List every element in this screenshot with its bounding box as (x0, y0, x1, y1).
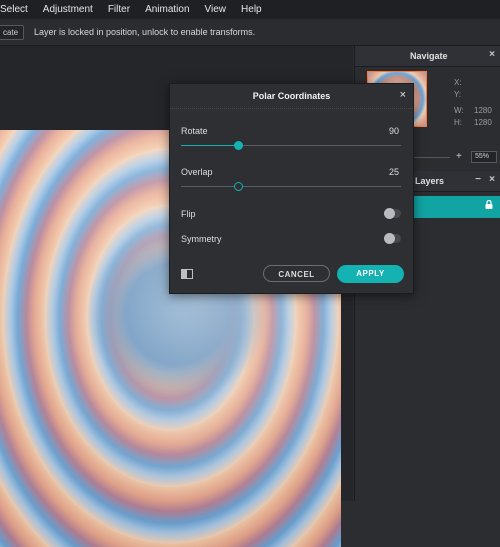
dialog-title: Polar Coordinates (170, 84, 413, 109)
flip-label: Flip (181, 209, 196, 219)
cancel-button[interactable]: CANCEL (263, 265, 330, 282)
symmetry-toggle[interactable] (384, 233, 401, 244)
flip-toggle[interactable] (384, 208, 401, 219)
y-label: Y: (454, 90, 462, 99)
menu-view[interactable]: View (199, 4, 236, 15)
menu-animation[interactable]: Animation (139, 4, 198, 15)
polar-coordinates-dialog: Polar Coordinates × Rotate 90 Overlap 25… (169, 83, 414, 294)
zoom-in-icon[interactable]: + (456, 151, 462, 162)
h-value: 1280 (474, 118, 492, 127)
lock-message: Layer is locked in position, unlock to e… (34, 27, 256, 37)
navigate-title: Navigate (410, 51, 448, 61)
menu-filter[interactable]: Filter (102, 4, 139, 15)
compare-icon[interactable] (181, 269, 193, 279)
w-value: 1280 (474, 106, 492, 115)
menu-bar: Select Adjustment Filter Animation View … (0, 0, 500, 19)
overlap-value: 25 (388, 167, 399, 177)
close-icon[interactable]: × (400, 89, 406, 101)
layers-title: Layers (415, 176, 445, 186)
close-icon[interactable]: × (489, 49, 495, 60)
overlap-label: Overlap (181, 167, 213, 177)
lock-icon[interactable] (485, 200, 493, 209)
options-bar: cate Layer is locked in position, unlock… (0, 19, 500, 46)
h-label: H: (454, 118, 462, 127)
rotate-value: 90 (388, 126, 399, 136)
menu-adjustment[interactable]: Adjustment (37, 4, 102, 15)
menu-select[interactable]: Select (0, 4, 37, 15)
menu-help[interactable]: Help (235, 4, 271, 15)
overlap-slider-handle[interactable] (234, 182, 244, 191)
minimize-icon[interactable]: − (475, 174, 481, 185)
close-icon[interactable]: × (489, 174, 495, 185)
symmetry-label: Symmetry (181, 234, 222, 244)
w-label: W: (454, 106, 464, 115)
rotate-slider-fill (181, 145, 239, 146)
rotate-slider[interactable] (181, 141, 401, 150)
rotate-slider-handle[interactable] (234, 141, 244, 150)
apply-button[interactable]: APPLY (337, 265, 404, 283)
overlap-slider[interactable] (181, 182, 401, 191)
rotate-label: Rotate (181, 126, 208, 136)
locate-button[interactable]: cate (0, 24, 24, 40)
zoom-input[interactable]: 55% (471, 151, 497, 163)
navigate-panel-header: Navigate × (355, 46, 500, 67)
x-label: X: (454, 78, 462, 87)
